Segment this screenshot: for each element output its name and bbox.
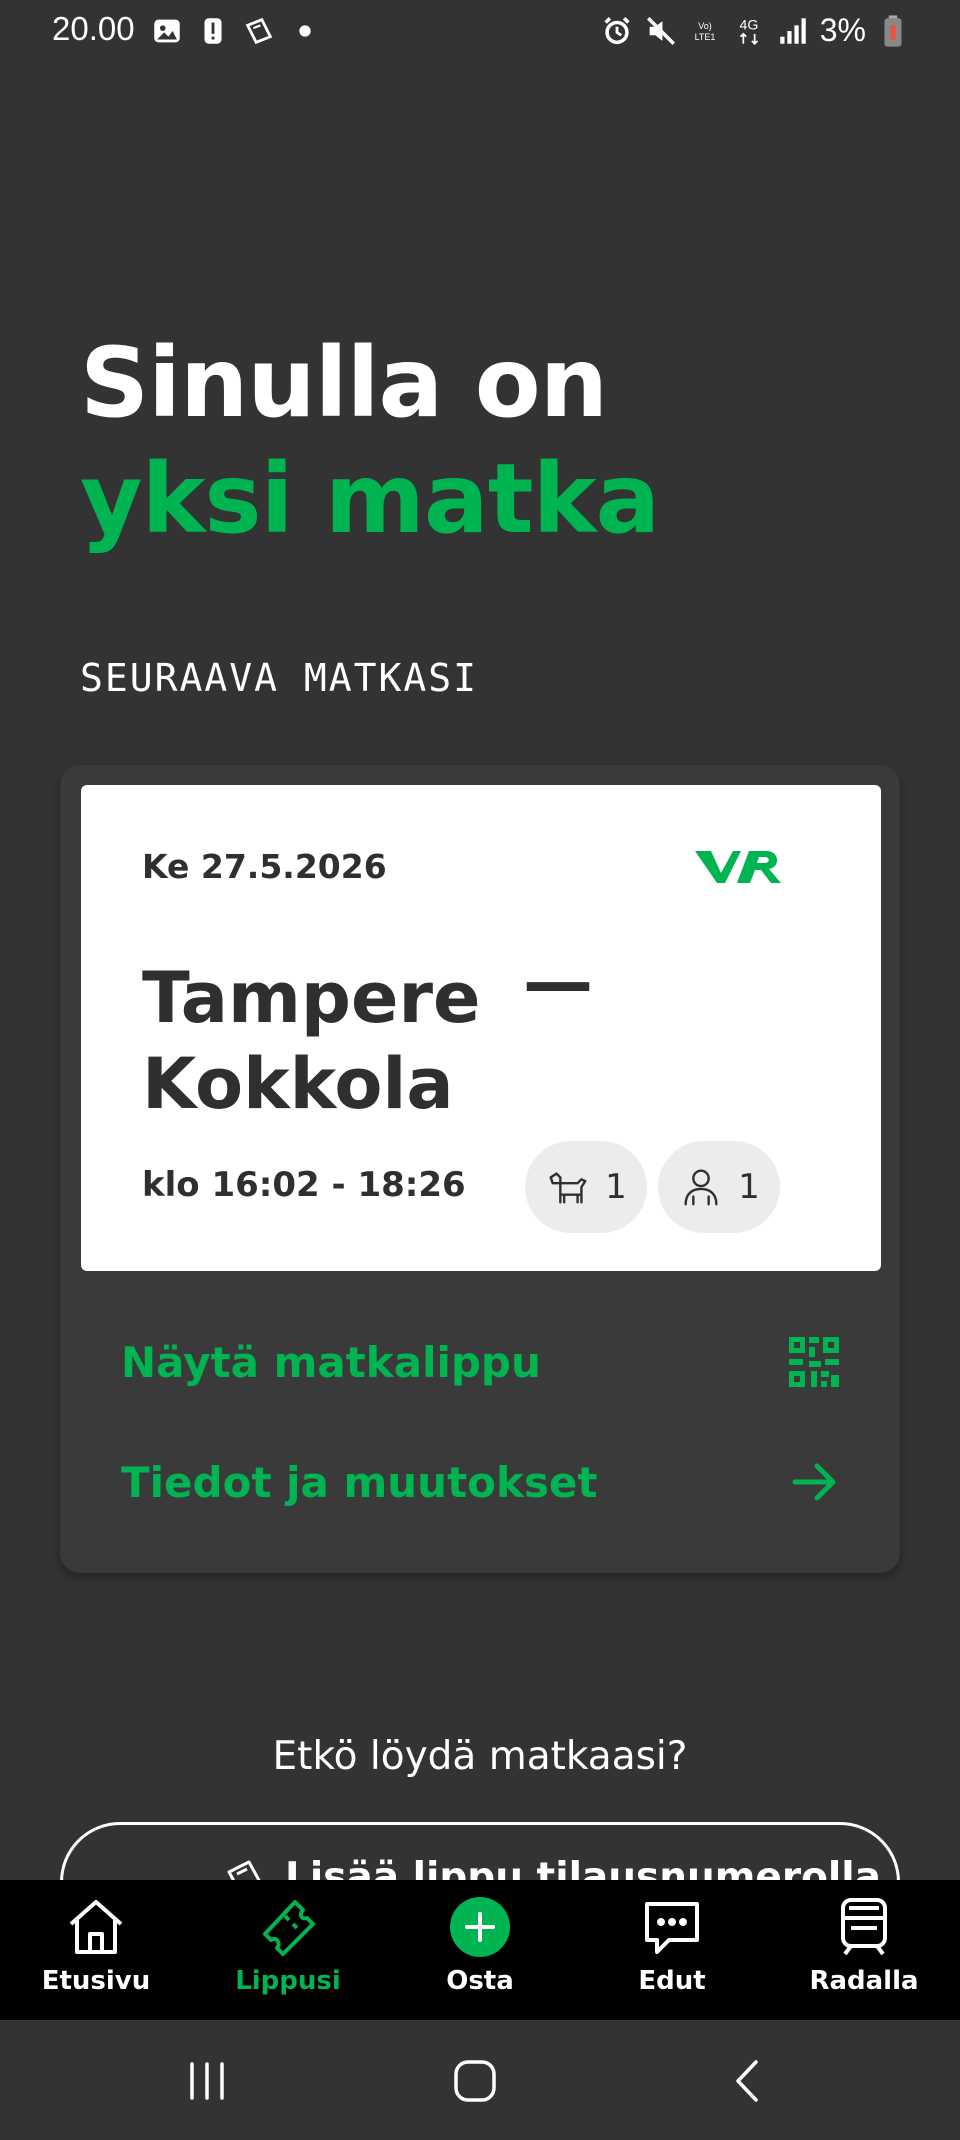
- trip-ticket[interactable]: Ke 27.5.2026 Tampere Kokkola — klo 16:02…: [81, 785, 881, 1271]
- nav-label-home: Etusivu: [41, 1966, 151, 1996]
- status-bar: 20.00 Vo) LTE1 4G 3%: [0, 0, 960, 64]
- dog-icon: [549, 1172, 587, 1204]
- person-icon: [684, 1169, 718, 1206]
- section-label-next-trip: SEURAAVA MATKASI: [80, 656, 479, 700]
- status-right-icons: Vo) LTE1 4G 3%: [600, 12, 910, 49]
- hero-line-1: Sinulla on: [80, 327, 608, 439]
- vr-logo-icon: [695, 851, 781, 883]
- nav-item-on-track[interactable]: Radalla: [784, 1894, 944, 1996]
- status-time: 20.00: [52, 10, 135, 47]
- pet-count-badge: 1: [525, 1141, 647, 1233]
- ticket-icon: [263, 1900, 315, 1956]
- route-from: Tampere: [142, 957, 481, 1039]
- show-ticket-label: Näytä matkalippu: [121, 1337, 541, 1387]
- signal-icon: [780, 17, 806, 44]
- home-icon: [69, 1900, 123, 1954]
- dot-icon: [299, 25, 311, 37]
- nav-item-buy[interactable]: Osta: [400, 1894, 560, 1996]
- adult-count-badge: 1: [658, 1141, 780, 1233]
- plus-circle-icon: [450, 1897, 510, 1957]
- nav-item-home[interactable]: Etusivu: [16, 1894, 176, 1996]
- battery-icon: [884, 14, 902, 47]
- image-icon: [154, 19, 180, 43]
- trip-time: klo 16:02 - 18:26: [142, 1165, 466, 1205]
- details-label: Tiedot ja muutokset: [121, 1457, 598, 1507]
- trip-date: Ke 27.5.2026: [142, 847, 387, 886]
- chat-bubble-icon: [645, 1902, 699, 1954]
- nav-item-benefits[interactable]: Edut: [592, 1894, 752, 1996]
- battery-percent: 3%: [819, 12, 866, 48]
- show-ticket-button[interactable]: Näytä matkalippu: [121, 1322, 841, 1402]
- nav-label-on-track: Radalla: [809, 1966, 919, 1996]
- nav-item-tickets[interactable]: Lippusi: [208, 1894, 368, 1996]
- tickets-notification-icon: [245, 17, 273, 45]
- svg-text:LTE1: LTE1: [694, 32, 715, 42]
- train-icon: [841, 1898, 887, 1956]
- system-navigation-bar: [0, 2020, 960, 2140]
- adult-count: 1: [738, 1167, 760, 1207]
- nav-label-tickets: Lippusi: [235, 1966, 341, 1996]
- mute-icon: [646, 16, 675, 45]
- arrow-right-icon: [792, 1463, 836, 1501]
- nav-label-buy: Osta: [446, 1966, 514, 1996]
- pet-count: 1: [605, 1167, 627, 1207]
- status-left-icons: [150, 14, 322, 48]
- nav-label-benefits: Edut: [638, 1966, 706, 1996]
- bottom-navigation: Etusivu Lippusi Osta Edut Radalla: [0, 1880, 960, 2020]
- 4g-icon: 4G: [739, 17, 758, 45]
- volte-icon: Vo)LTE1: [694, 21, 715, 42]
- alarm-icon: [604, 16, 630, 44]
- route-to: Kokkola: [142, 1043, 454, 1125]
- recents-icon[interactable]: [182, 2056, 232, 2106]
- trip-route: Tampere Kokkola: [142, 955, 742, 1127]
- svg-text:4G: 4G: [739, 17, 758, 33]
- details-and-changes-button[interactable]: Tiedot ja muutokset: [121, 1442, 841, 1522]
- svg-text:Vo): Vo): [698, 21, 712, 31]
- hero-line-2: yksi matka: [80, 443, 660, 555]
- qr-code-icon: [789, 1337, 839, 1387]
- hero-heading: Sinulla on yksi matka: [80, 325, 660, 557]
- system-home-icon[interactable]: [450, 2056, 500, 2106]
- route-dash: —: [523, 941, 593, 1023]
- alert-icon: [204, 18, 222, 44]
- not-found-text: Etkö löydä matkaasi?: [272, 1734, 688, 1779]
- back-icon[interactable]: [722, 2056, 772, 2106]
